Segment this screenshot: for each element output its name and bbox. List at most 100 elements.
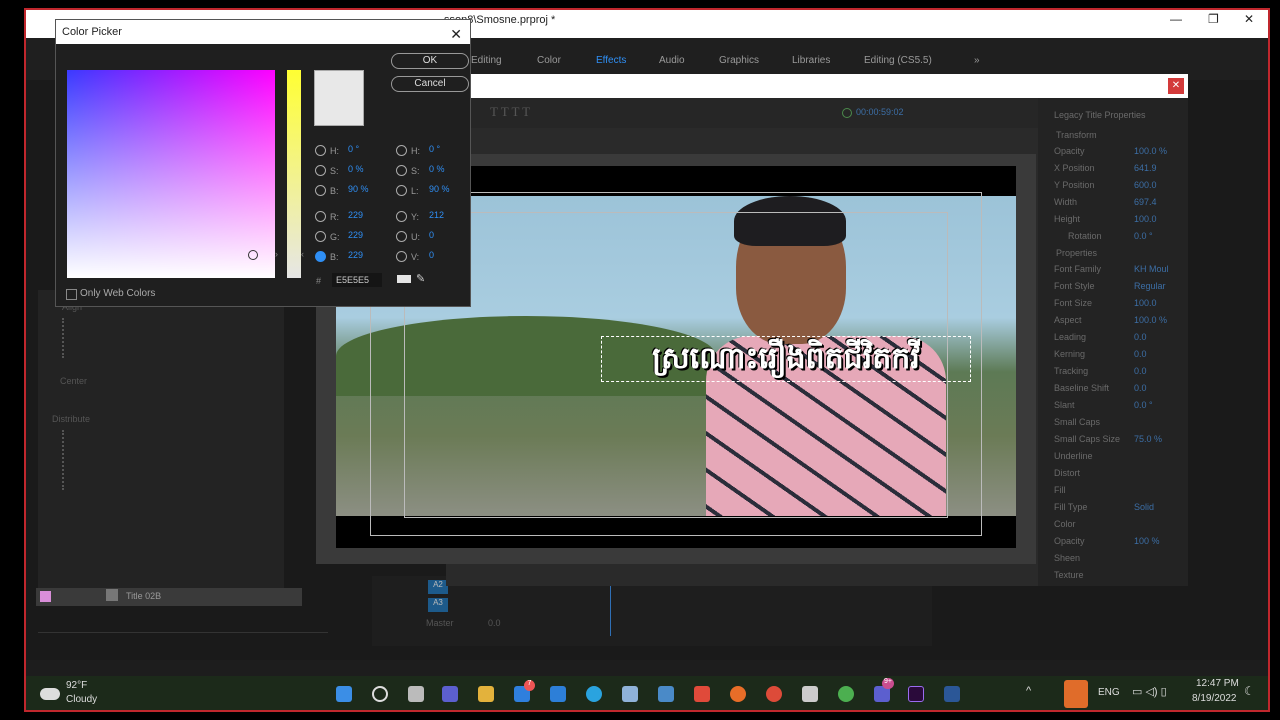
radio-left-3[interactable] xyxy=(315,211,326,222)
field-value-right-0[interactable]: 0 ° xyxy=(429,144,440,154)
workspace-tab-editing[interactable]: Editing xyxy=(471,55,502,66)
font-prop-value[interactable]: 100 % xyxy=(1134,536,1160,546)
align-icons[interactable] xyxy=(62,318,92,358)
radio-right-0[interactable] xyxy=(396,145,407,156)
minimize-button[interactable]: — xyxy=(1170,12,1182,26)
color-selection-circle[interactable] xyxy=(248,250,258,260)
teams-chat-icon[interactable] xyxy=(442,686,458,702)
track-a3[interactable]: A3 xyxy=(428,598,448,612)
start-icon[interactable] xyxy=(336,686,352,702)
radio-right-2[interactable] xyxy=(396,185,407,196)
remote-desktop-icon[interactable] xyxy=(658,686,674,702)
notifications-icon[interactable]: ☾ xyxy=(1244,684,1255,698)
project-item-row[interactable]: Title 02B xyxy=(36,588,302,606)
font-prop-value[interactable]: 0.0 xyxy=(1134,349,1147,359)
ok-button[interactable]: OK xyxy=(391,53,469,69)
font-prop-value[interactable]: KH Moul xyxy=(1134,264,1169,274)
hex-input[interactable]: E5E5E5 xyxy=(332,273,382,287)
font-prop-value[interactable]: 0.0 xyxy=(1134,366,1147,376)
font-prop-value[interactable]: 0.0 xyxy=(1134,332,1147,342)
chrome-profile-icon[interactable] xyxy=(838,686,854,702)
search-icon[interactable] xyxy=(372,686,388,702)
legacy-title-titlebar: ✕ xyxy=(446,74,1188,98)
cloud-icon xyxy=(40,688,60,700)
task-view-icon[interactable] xyxy=(408,686,424,702)
workspace-tab-color[interactable]: Color xyxy=(537,55,561,66)
close-icon[interactable]: ✕ xyxy=(450,22,462,46)
radio-right-5[interactable] xyxy=(396,251,407,262)
only-web-colors-checkbox[interactable] xyxy=(66,289,77,300)
slider-arrow-left-icon[interactable]: › xyxy=(275,249,278,259)
project-toolbar[interactable] xyxy=(38,632,328,652)
word-icon[interactable] xyxy=(944,686,960,702)
workspace-tab-graphics[interactable]: Graphics xyxy=(719,55,759,66)
distribute-icons[interactable] xyxy=(62,430,102,490)
chrome-icon[interactable] xyxy=(766,686,782,702)
radio-right-4[interactable] xyxy=(396,231,407,242)
field-value-right-3[interactable]: 212 xyxy=(429,210,444,220)
close-button[interactable]: ✕ xyxy=(1244,12,1254,26)
premiere-pro-icon[interactable] xyxy=(908,686,924,702)
font-prop-value[interactable]: Solid xyxy=(1134,502,1154,512)
saturation-brightness-field[interactable] xyxy=(67,70,275,278)
font-prop-value[interactable]: 0.0 xyxy=(1134,383,1147,393)
radio-left-4[interactable] xyxy=(315,231,326,242)
clock-time[interactable]: 12:47 PM xyxy=(1196,678,1239,689)
radio-right-3[interactable] xyxy=(396,211,407,222)
paint-icon[interactable] xyxy=(694,686,710,702)
font-prop-label: Font Size xyxy=(1054,298,1093,308)
weather-temp[interactable]: 92°F xyxy=(66,680,87,691)
workspace-tab-effects[interactable]: Effects xyxy=(596,55,626,66)
field-value-left-3[interactable]: 229 xyxy=(348,210,363,220)
hue-slider[interactable] xyxy=(287,70,301,278)
font-prop-value[interactable]: 0.0 ° xyxy=(1134,400,1153,410)
field-value-left-5[interactable]: 229 xyxy=(348,250,363,260)
field-value-right-4[interactable]: 0 xyxy=(429,230,434,240)
radio-left-2[interactable] xyxy=(315,185,326,196)
workspace-tab-editing-cs55[interactable]: Editing (CS5.5) xyxy=(864,55,932,66)
track-a2[interactable]: A2 xyxy=(428,580,448,594)
font-prop-value[interactable]: 75.0 % xyxy=(1134,434,1162,444)
cancel-button[interactable]: Cancel xyxy=(391,76,469,92)
text-style-icons[interactable]: T T T T xyxy=(490,104,530,120)
field-value-left-4[interactable]: 229 xyxy=(348,230,363,240)
radio-right-1[interactable] xyxy=(396,165,407,176)
notification-badge: 7 xyxy=(524,680,535,691)
font-prop-label: Baseline Shift xyxy=(1054,383,1110,393)
file-explorer-icon[interactable] xyxy=(478,686,494,702)
font-prop-value[interactable]: 100.0 % xyxy=(1134,315,1167,325)
close-icon[interactable]: ✕ xyxy=(1168,78,1184,94)
store-icon[interactable] xyxy=(550,686,566,702)
clock-date[interactable]: 8/19/2022 xyxy=(1192,693,1237,704)
workspace-tab-audio[interactable]: Audio xyxy=(659,55,685,66)
photos-icon[interactable] xyxy=(622,686,638,702)
field-value-left-2[interactable]: 90 % xyxy=(348,184,369,194)
language-indicator[interactable]: ENG xyxy=(1098,687,1120,698)
workspace-more-chevron[interactable]: » xyxy=(974,55,980,66)
radio-left-5[interactable] xyxy=(315,251,326,262)
font-prop-value[interactable]: 100.0 xyxy=(1134,298,1157,308)
eyedropper-icon[interactable]: ✎ xyxy=(416,272,425,285)
field-value-left-0[interactable]: 0 ° xyxy=(348,144,359,154)
subtitle-text-box[interactable]: ស្រណោះរឿងពិតជីវិតកវី xyxy=(601,336,971,382)
field-value-right-2[interactable]: 90 % xyxy=(429,184,450,194)
weather-desc[interactable]: Cloudy xyxy=(66,694,97,705)
chevron-up-icon[interactable]: ^ xyxy=(1026,685,1031,697)
timecode[interactable]: 00:00:59:02 xyxy=(856,107,904,117)
field-value-right-5[interactable]: 0 xyxy=(429,250,434,260)
field-value-right-1[interactable]: 0 % xyxy=(429,164,445,174)
slider-arrow-right-icon[interactable]: ‹ xyxy=(301,249,304,259)
font-prop-value[interactable]: Regular xyxy=(1134,281,1166,291)
firefox-icon[interactable] xyxy=(730,686,746,702)
microphone-icon[interactable] xyxy=(1064,680,1088,708)
telegram-icon[interactable] xyxy=(586,686,602,702)
snipping-tool-icon[interactable] xyxy=(802,686,818,702)
hex-prefix: # xyxy=(316,276,322,286)
maximize-button[interactable]: ❐ xyxy=(1208,12,1219,26)
radio-left-0[interactable] xyxy=(315,145,326,156)
radio-left-1[interactable] xyxy=(315,165,326,176)
workspace-tab-libraries[interactable]: Libraries xyxy=(792,55,830,66)
network-volume-icons[interactable]: ▭ ◁) ▯ xyxy=(1132,685,1167,698)
project-item-name: Title 02B xyxy=(126,591,162,601)
field-value-left-1[interactable]: 0 % xyxy=(348,164,364,174)
